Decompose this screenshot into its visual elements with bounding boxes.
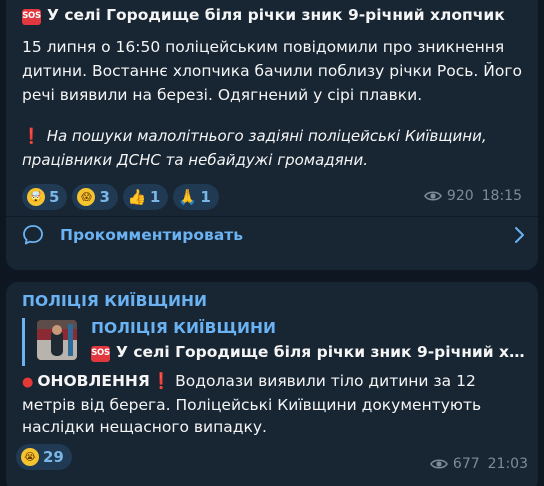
post-time: 21:03 [487, 456, 528, 472]
red-dot-icon: ● [22, 375, 34, 390]
post-italic-note: ❗ На пошуки малолітнього задіяні поліцейс… [22, 124, 532, 172]
message-bubble[interactable]: SOS У селі Городище біля річки зник 9-річ… [6, 0, 538, 270]
screaming-face-icon: 😱 [77, 188, 96, 206]
reaction-count: 1 [149, 188, 161, 206]
chevron-right-icon [515, 227, 524, 243]
praying-hands-icon: 🙏 [177, 188, 197, 206]
post-title-text: У селі Городище біля річки зник 9-річний… [47, 6, 505, 24]
reply-preview[interactable]: ПОЛІЦІЯ КИЇВЩИНИ SOS У селі Городище біля… [22, 318, 532, 366]
post-time: 18:15 [481, 188, 522, 204]
view-count: 920 [446, 188, 474, 204]
reply-text-content: У селі Городище біля річки зник 9-річний… [116, 343, 531, 361]
sos-badge: SOS [91, 346, 110, 362]
reaction-count: 1 [200, 188, 211, 206]
reply-author: ПОЛІЦІЯ КИЇВЩИНИ [91, 319, 276, 337]
divider [6, 216, 538, 217]
reaction-screaming-face[interactable]: 😱 3 [72, 184, 118, 210]
comments-button[interactable]: Прокомментировать [6, 223, 538, 247]
reply-text: SOS У селі Городище біля річки зник 9-річ… [91, 343, 531, 362]
channel-feed: SOS У селі Городище біля річки зник 9-річ… [0, 0, 544, 486]
post-meta: 920 18:15 [423, 188, 522, 204]
exploding-head-icon: 🤯 [27, 188, 45, 206]
crying-face-icon: 😭 [21, 448, 39, 466]
reactions-bar: 😭 29 [16, 444, 72, 470]
reaction-praying-hands[interactable]: 🙏 1 [173, 184, 219, 210]
exclamation-icon: ❗ [151, 372, 172, 390]
sos-badge: SOS [22, 9, 41, 25]
post-body: 15 липня о 16:50 поліцейським повідомили… [22, 38, 522, 104]
eye-icon [423, 191, 442, 201]
reply-thumbnail [37, 320, 77, 360]
update-body: ● ОНОВЛЕННЯ ❗ Водолази виявили тіло дитини … [22, 370, 527, 438]
reactions-bar: 🤯 5 😱 3 👍 1 🙏 1 [22, 184, 219, 210]
post-italic-text: На пошуки малолітнього задіяні поліцейсь… [22, 127, 487, 169]
post-meta: 677 21:03 [429, 456, 528, 472]
exclamation-icon: ❗ [22, 127, 41, 145]
reaction-count: 29 [43, 448, 64, 466]
post-author[interactable]: ПОЛІЦІЯ КИЇВЩИНИ [22, 292, 207, 310]
thumbs-up-icon: 👍 [127, 188, 147, 206]
comment-label: Прокомментировать [60, 226, 244, 244]
reply-thumbnail-image [37, 320, 77, 360]
eye-icon [429, 459, 448, 469]
reaction-thumbs-up[interactable]: 👍 1 [122, 184, 169, 210]
reaction-count: 3 [99, 188, 110, 206]
reaction-exploding-head[interactable]: 🤯 5 [22, 184, 68, 210]
reaction-count: 5 [49, 188, 60, 206]
reaction-crying-face[interactable]: 😭 29 [16, 444, 72, 470]
view-count: 677 [452, 456, 480, 472]
comment-bubble-icon [23, 225, 43, 245]
update-label: ОНОВЛЕННЯ [37, 372, 150, 390]
post-title: SOS У селі Городище біля річки зник 9-річ… [22, 6, 526, 25]
